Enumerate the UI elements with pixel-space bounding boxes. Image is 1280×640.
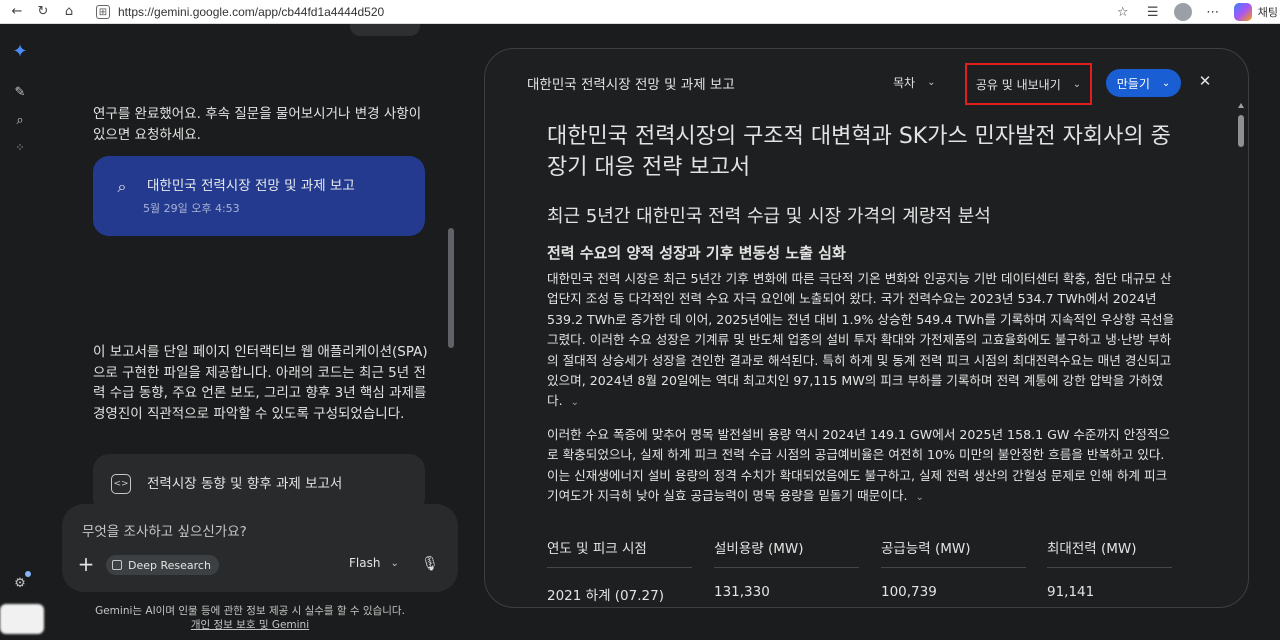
panel-title: 대한민국 전력시장 전망 및 과제 보고 [527, 77, 735, 93]
deep-research-chip[interactable]: Deep Research [106, 555, 219, 575]
address-bar[interactable]: ⊞ https://gemini.google.com/app/cb44fd1a… [88, 1, 1143, 23]
research-search-icon: ⌕ [117, 177, 127, 196]
toc-label: 목차 [893, 76, 916, 90]
chat-label[interactable]: 채팅 [1258, 4, 1278, 20]
more-menu-icon[interactable]: ⋯ [1204, 3, 1222, 21]
privacy-link[interactable]: 개인 정보 보호 및 Gemini [40, 618, 460, 632]
side-rail: ✦ ✎ ⌕ ⁘ [0, 24, 40, 640]
make-button[interactable]: 만들기 ⌄ [1106, 69, 1181, 97]
share-export-label: 공유 및 내보내기 [975, 77, 1061, 92]
table-header-cell: 공급능력 (MW) [881, 541, 971, 557]
paragraph-capacity: 이러한 수요 폭증에 맞추어 명목 발전설비 용량 역시 2024년 149.1… [547, 425, 1177, 509]
section-heading: 최근 5년간 대한민국 전력 수급 및 시장 가격의 계량적 분석 [547, 206, 991, 227]
table-row: 2021 하계 (07.27) 131,330 100,739 91,141 [547, 581, 1187, 604]
table-header-divider [1047, 567, 1172, 568]
table-header-divider [714, 567, 859, 568]
favorite-star-icon[interactable]: ☆ [1114, 3, 1132, 21]
report-card[interactable]: ⌕ 대한민국 전력시장 전망 및 과제 보고 5월 29일 오후 4:53 [93, 156, 425, 236]
paragraph-demand: 대한민국 전력 시장은 최근 5년간 기후 변화에 따른 극단적 기온 변화와 … [547, 269, 1177, 414]
table-header-cell: 연도 및 피크 시점 [547, 541, 647, 557]
code-card-title: 전력시장 동향 및 향후 과제 보고서 [147, 476, 343, 492]
table-cell: 2021 하계 (07.27) [547, 588, 664, 604]
table-header-cell: 최대전력 (MW) [1047, 541, 1137, 557]
paragraph-demand-text: 대한민국 전력 시장은 최근 5년간 기후 변화에 따른 극단적 기온 변화와 … [547, 271, 1175, 409]
prompt-placeholder[interactable]: 무엇을 조사하고 싶으신가요? [82, 520, 247, 540]
close-icon[interactable]: ✕ [1197, 72, 1213, 90]
assistant-message-completed: 연구를 완료했어요. 후속 질문을 물어보시거나 변경 사항이 있으면 요청하세… [93, 106, 422, 143]
table-cell: 100,739 [881, 584, 937, 600]
previous-message-bubble [350, 24, 420, 36]
table-header-divider [881, 567, 1026, 568]
document-scrollbar-thumb[interactable] [1238, 115, 1244, 147]
apps-icon[interactable]: ⁘ [11, 138, 29, 156]
collections-icon[interactable]: ☰ [1144, 3, 1162, 21]
url-text: https://gemini.google.com/app/cb44fd1a44… [118, 5, 385, 19]
paragraph-capacity-text: 이러한 수요 폭증에 맞추어 명목 발전설비 용량 역시 2024년 149.1… [547, 427, 1171, 504]
table-header-divider [547, 567, 692, 568]
chevron-down-icon: ⌄ [1161, 77, 1171, 89]
assistant-message-spa: 이 보고서를 단일 페이지 인터랙티브 웹 애플리케이션(SPA)으로 구현한 … [93, 344, 428, 422]
browser-toolbar: ← ↻ ⌂ ⊞ https://gemini.google.com/app/cb… [0, 0, 1280, 24]
search-icon[interactable]: ⌕ [11, 111, 29, 129]
report-card-title: 대한민국 전력시장 전망 및 과제 보고 [147, 178, 355, 194]
copilot-icon[interactable] [1233, 3, 1252, 21]
microphone-icon[interactable]: 🎙 [420, 554, 440, 574]
conversation-scrollbar-thumb[interactable] [448, 228, 454, 348]
model-label: Flash [349, 556, 381, 570]
conversation-scrollbar[interactable] [448, 38, 454, 508]
model-selector[interactable]: Flash ⌄ [349, 556, 399, 570]
reload-icon[interactable]: ↻ [34, 3, 52, 21]
report-card-date: 5월 29일 오후 4:53 [143, 202, 240, 215]
chevron-down-icon: ⌄ [1072, 78, 1082, 90]
subsection-heading: 전력 수요의 양적 성장과 기후 변동성 노출 심화 [547, 244, 846, 262]
table-cell: 91,141 [1047, 584, 1095, 600]
table-header-row: 연도 및 피크 시점 설비용량 (MW) 공급능력 (MW) 최대전력 (MW) [547, 533, 1187, 569]
deep-research-icon [112, 560, 122, 570]
home-icon[interactable]: ⌂ [60, 3, 78, 21]
document-title: 대한민국 전력시장의 구조적 대변혁과 SK가스 민자발전 자회사의 중장기 대… [547, 124, 1171, 180]
share-export-button[interactable]: 공유 및 내보내기 ⌄ [965, 63, 1092, 105]
redacted-area [0, 604, 44, 634]
chevron-down-icon: ⌄ [927, 77, 936, 88]
document-panel: 대한민국 전력시장 전망 및 과제 보고 목차 ⌄ 공유 및 내보내기 ⌄ 만들… [484, 48, 1249, 608]
disclaimer: Gemini는 AI이며 인물 등에 관한 정보 제공 시 실수를 할 수 있습… [40, 604, 460, 632]
deep-research-label: Deep Research [128, 558, 211, 572]
gemini-sparkle-icon[interactable]: ✦ [11, 41, 29, 62]
back-icon[interactable]: ← [8, 3, 26, 21]
scroll-up-arrow-icon[interactable] [1238, 103, 1244, 108]
disclaimer-text: Gemini는 AI이며 인물 등에 관한 정보 제공 시 실수를 할 수 있습… [95, 605, 405, 617]
code-icon: <> [111, 474, 131, 494]
chevron-down-icon: ⌄ [390, 557, 399, 569]
add-icon[interactable]: + [76, 552, 96, 576]
document-scrollbar[interactable] [1237, 103, 1245, 603]
table-cell: 131,330 [714, 584, 770, 600]
browser-actions: ☆ ☰ ⋯ 채팅 [1102, 0, 1280, 24]
site-info-icon[interactable]: ⊞ [96, 5, 110, 19]
expand-chevron-icon[interactable]: ⌄ [571, 397, 579, 408]
prompt-input[interactable]: 무엇을 조사하고 싶으신가요? + Deep Research Flash ⌄ … [62, 504, 458, 592]
expand-chevron-icon[interactable]: ⌄ [915, 492, 923, 503]
table-header-cell: 설비용량 (MW) [714, 541, 804, 557]
edit-icon[interactable]: ✎ [11, 83, 29, 101]
make-label: 만들기 [1116, 76, 1150, 91]
profile-avatar[interactable] [1173, 3, 1192, 21]
toc-button[interactable]: 목차 ⌄ [893, 74, 935, 91]
notification-dot [25, 571, 31, 577]
